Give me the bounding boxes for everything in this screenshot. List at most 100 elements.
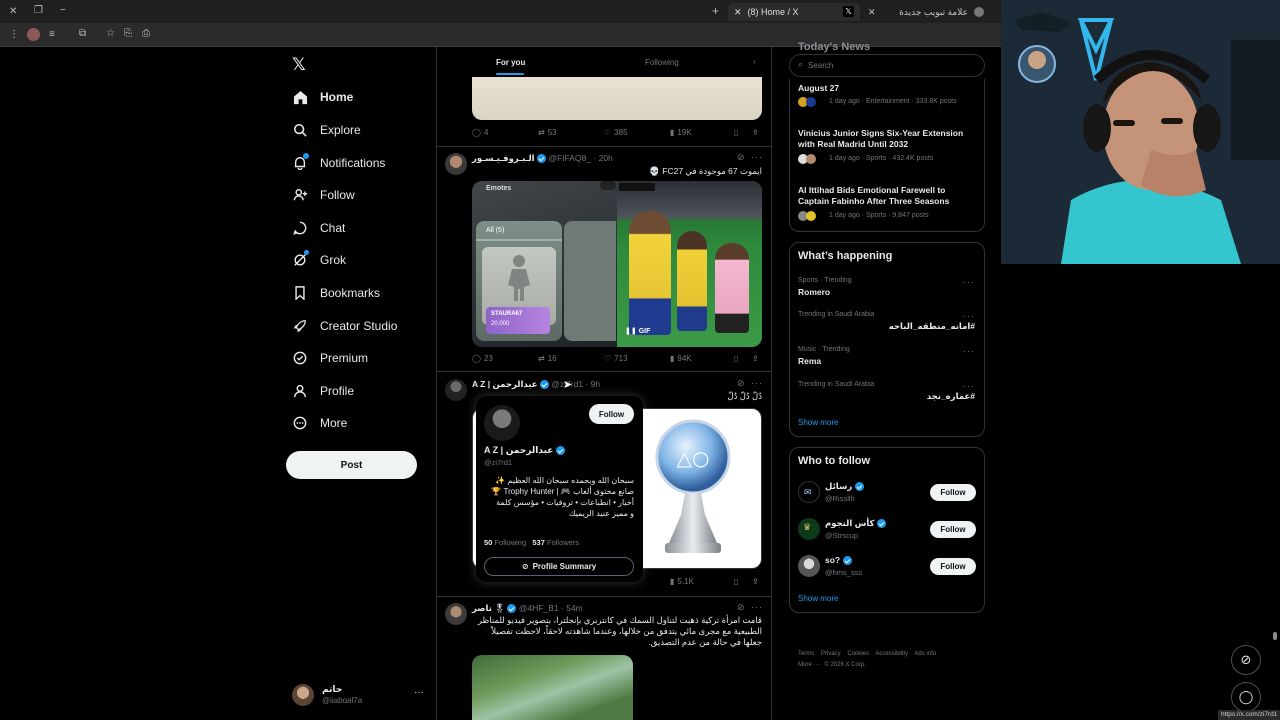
messages-float-button[interactable]: ◯ xyxy=(1231,682,1261,712)
close-window-icon[interactable]: ✕ xyxy=(9,7,17,17)
footer-link-privacy[interactable]: Privacy xyxy=(821,651,841,657)
avatar[interactable] xyxy=(445,603,467,625)
bookmark-star-icon[interactable]: ☆ xyxy=(106,29,115,39)
footer-link-accessibility[interactable]: Accessibility xyxy=(875,651,908,657)
extensions-icon[interactable]: ⧉ xyxy=(79,29,86,39)
show-more-link[interactable]: Show more xyxy=(798,594,838,603)
nav-follow[interactable]: Follow xyxy=(292,180,355,210)
profile-avatar-icon[interactable] xyxy=(27,28,40,41)
trend-more-icon[interactable]: ··· xyxy=(963,381,975,391)
gif-controls[interactable]: ❚❚ GIF xyxy=(625,327,650,335)
trend-name[interactable]: #عماره_نجد xyxy=(798,391,975,402)
author-name[interactable]: ناصر xyxy=(472,603,492,613)
views-button[interactable]: ▮ 19K xyxy=(670,128,692,137)
new-tab-icon[interactable]: + xyxy=(712,5,719,17)
share-button[interactable]: ⇪ xyxy=(752,577,759,586)
news-title[interactable]: Vinicius Junior Signs Six-Year Extension… xyxy=(798,128,978,150)
trend-more-icon[interactable]: ··· xyxy=(963,311,975,321)
suggested-user-handle[interactable]: @Rissllh xyxy=(825,494,855,503)
tab-new-tab[interactable]: ✕ علامة تبويب جديدة xyxy=(862,3,990,21)
trend-more-icon[interactable]: ··· xyxy=(963,277,975,287)
post-more-icon[interactable]: ··· xyxy=(751,378,763,388)
views-button[interactable]: ▮ 5.1K xyxy=(670,577,694,586)
share-icon[interactable]: ⎙ xyxy=(142,29,150,39)
news-title[interactable]: Al Ittihad Bids Emotional Farewell to Ca… xyxy=(798,185,978,207)
reply-button[interactable]: ◯ 4 xyxy=(472,128,488,137)
repost-button[interactable]: ⇄ 16 xyxy=(538,354,557,363)
tab-following[interactable]: Following xyxy=(645,58,679,67)
author-handle[interactable]: @FIFAQ8_ xyxy=(548,153,591,163)
following-label[interactable]: Following xyxy=(494,538,526,547)
post-time[interactable]: 9h xyxy=(591,379,600,389)
avatar[interactable] xyxy=(445,379,467,401)
footer-link-ads-info[interactable]: Ads info xyxy=(914,651,936,657)
bookmark-button[interactable]: ▯ xyxy=(734,354,738,363)
avatar[interactable] xyxy=(445,153,467,175)
x-logo-icon[interactable]: 𝕏 xyxy=(292,55,306,75)
follow-button[interactable]: Follow xyxy=(589,404,634,424)
trend-name[interactable]: Romero xyxy=(798,287,830,298)
trend-name[interactable]: Rema xyxy=(798,356,821,367)
profile-summary-button[interactable]: ⊘ Profile Summary xyxy=(484,557,634,576)
nav-home[interactable]: Home xyxy=(292,82,353,112)
show-more-link[interactable]: Show more xyxy=(798,418,838,427)
nav-explore[interactable]: Explore xyxy=(292,115,361,145)
repost-button[interactable]: ⇄ 53 xyxy=(538,128,557,137)
follow-button[interactable]: Follow xyxy=(930,521,976,538)
tab-home-x[interactable]: ✕ (8) Home / X 𝕏 xyxy=(728,3,860,21)
nav-notifications[interactable]: Notifications xyxy=(292,148,385,178)
suggested-user-name[interactable]: رسائل xyxy=(825,481,852,491)
post-more-icon[interactable]: ··· xyxy=(751,602,763,612)
like-button[interactable]: ♡ 713 xyxy=(604,354,628,363)
avatar[interactable] xyxy=(798,555,820,577)
nav-more[interactable]: More xyxy=(292,408,347,438)
bookmark-button[interactable]: ▯ xyxy=(734,128,738,137)
post-media-gif[interactable]: ❚❚ GIF xyxy=(617,181,762,347)
nav-profile[interactable]: Profile xyxy=(292,376,354,406)
post-time[interactable]: 20h xyxy=(599,153,613,163)
author-name[interactable]: عبدالرحمن | A Z xyxy=(472,379,538,389)
nav-grok[interactable]: Grok xyxy=(292,245,346,275)
nav-chat[interactable]: Chat xyxy=(292,213,345,243)
following-count[interactable]: 50 xyxy=(484,538,492,547)
follow-button[interactable]: Follow xyxy=(930,484,976,501)
grok-post-icon[interactable]: ⊘ xyxy=(737,378,745,389)
grok-float-button[interactable]: ⊘ xyxy=(1231,645,1261,675)
restore-window-icon[interactable]: ❐ xyxy=(34,6,43,16)
bookmark-button[interactable]: ▯ xyxy=(734,577,738,586)
reply-button[interactable]: ◯ 23 xyxy=(472,354,493,363)
like-button[interactable]: ♡ 385 xyxy=(604,128,628,137)
avatar[interactable] xyxy=(484,405,520,441)
trend-more-icon[interactable]: ··· xyxy=(963,346,975,356)
nav-creator-studio[interactable]: Creator Studio xyxy=(292,311,397,341)
minimize-window-icon[interactable]: − xyxy=(60,6,66,16)
followers-count[interactable]: 537 xyxy=(532,538,545,547)
grok-post-icon[interactable]: ⊘ xyxy=(737,152,745,163)
post-time[interactable]: 54m xyxy=(566,603,583,613)
scrollbar-thumb[interactable] xyxy=(1273,632,1277,640)
tab-for-you[interactable]: For you xyxy=(496,58,525,67)
suggested-user-name[interactable]: so? xyxy=(825,555,840,565)
share-button[interactable]: ⇪ xyxy=(752,128,759,137)
author-handle[interactable]: @4HF_B1 xyxy=(519,603,559,613)
share-button[interactable]: ⇪ xyxy=(752,354,759,363)
hovercard-name[interactable]: عبدالرحمن | A Z xyxy=(484,445,553,455)
author-name[interactable]: الـبـروفـيـسـور xyxy=(472,153,535,163)
post-more-icon[interactable]: ··· xyxy=(751,152,763,162)
post-media-photo[interactable] xyxy=(472,655,633,720)
search-box[interactable]: ⌕ xyxy=(789,54,985,77)
avatar[interactable]: ♛ xyxy=(798,518,820,540)
views-button[interactable]: ▮ 94K xyxy=(670,354,692,363)
post-media[interactable] xyxy=(472,77,762,120)
post-media-emotes[interactable]: Emotes All (5) STAURA67 20,000 xyxy=(472,181,617,347)
news-title[interactable]: August 27 xyxy=(798,83,978,94)
footer-link-cookies[interactable]: Cookies xyxy=(847,651,869,657)
suggested-user-handle[interactable]: @Strscup xyxy=(825,531,858,540)
grok-post-icon[interactable]: ⊘ xyxy=(737,602,745,613)
menu-dots-icon[interactable]: ⋮ xyxy=(9,30,19,40)
translate-icon[interactable]: ≡ xyxy=(49,30,55,40)
follow-button[interactable]: Follow xyxy=(930,558,976,575)
hovercard-handle[interactable]: @zi7rd1 xyxy=(484,458,512,467)
nav-premium[interactable]: Premium xyxy=(292,343,368,373)
avatar[interactable]: ✉ xyxy=(798,481,820,503)
